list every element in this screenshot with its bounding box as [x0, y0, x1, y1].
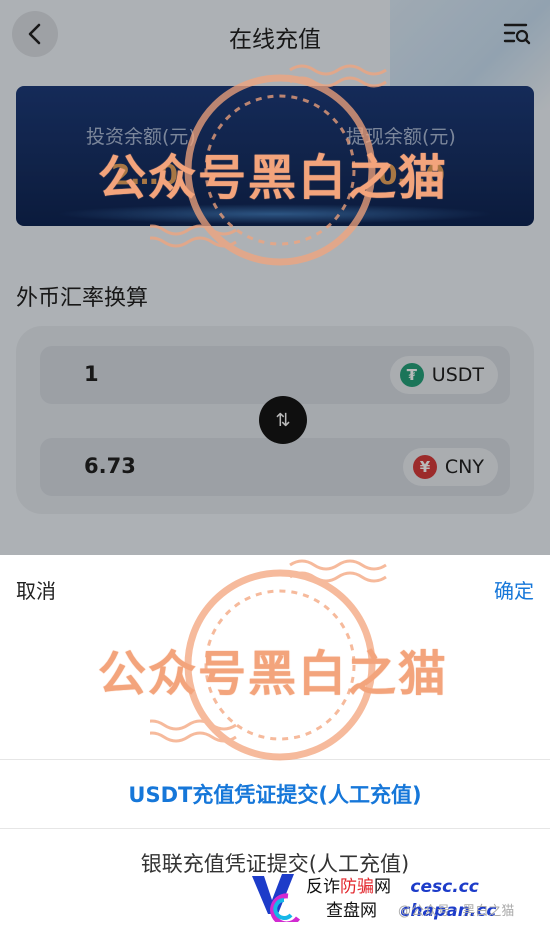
brand-text: 网 — [374, 877, 391, 897]
brand-domain: cesc.cc — [410, 877, 479, 897]
brand-text: 反诈 — [306, 877, 340, 897]
confirm-button[interactable]: 确定 — [494, 575, 534, 604]
cancel-button[interactable]: 取消 — [16, 575, 56, 604]
shield-logo-icon — [252, 874, 301, 922]
credit-text: @公众号 · 黑白之猫 — [398, 904, 515, 919]
picker-option-usdt[interactable]: USDT充值凭证提交(人工充值) — [0, 760, 550, 828]
site-watermark: 反诈防骗网 cesc.cc 查盘网 chapan.cc @公众号 · 黑白之猫 — [248, 870, 548, 926]
brand-text-highlight: 防骗 — [340, 877, 374, 897]
brand-text: 查盘网 — [326, 901, 377, 921]
brand-line-1: 反诈防骗网 cesc.cc — [306, 872, 479, 897]
modal-backdrop[interactable] — [0, 0, 550, 555]
recharge-page: 在线充值 投资余额(元) 2…0 提现余额(元) 0…0 外币汇率换算 1 ₮ … — [0, 0, 550, 930]
